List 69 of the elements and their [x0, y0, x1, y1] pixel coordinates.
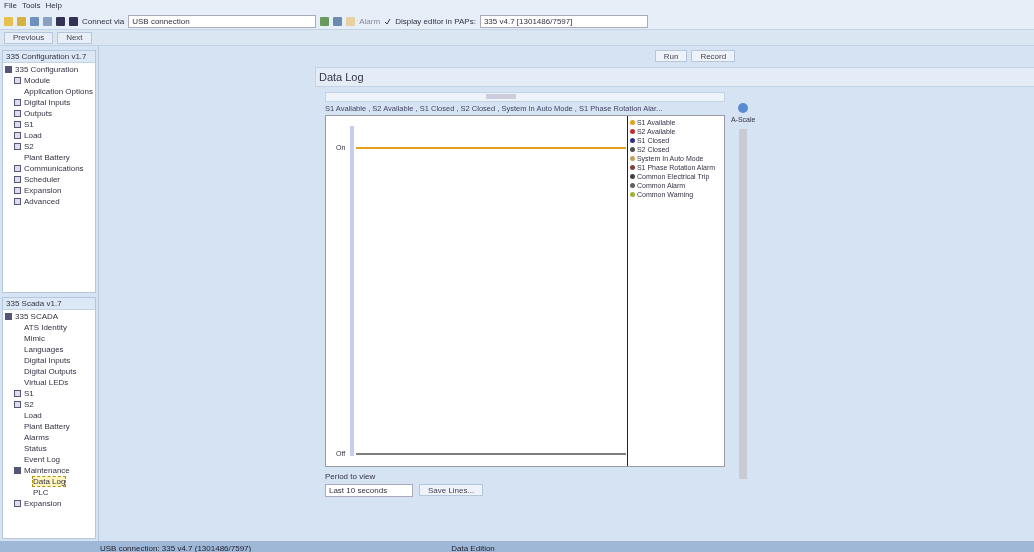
record-button[interactable]: Record [691, 50, 736, 62]
expand-icon[interactable] [14, 143, 21, 150]
period-label: Period to view [324, 472, 377, 481]
tree-item[interactable]: ATS Identity [24, 322, 67, 332]
save-button[interactable]: Save Lines... [418, 484, 484, 496]
collapse-icon[interactable] [14, 466, 21, 474]
panel-title: 335 Scada v1.7 [3, 297, 95, 310]
tree-item[interactable]: Maintenance [24, 465, 70, 475]
menu-item[interactable]: Help [45, 1, 63, 12]
display-editor-label: Display editor in PAPs: [395, 16, 476, 26]
expand-icon[interactable] [14, 110, 21, 117]
period-dropdown[interactable]: Last 10 seconds [324, 484, 413, 497]
tree-item[interactable]: Event Log [24, 454, 61, 464]
expand-icon[interactable] [14, 176, 21, 183]
tree-item[interactable]: Application Options [24, 87, 93, 96]
tree-item[interactable]: Load [24, 131, 42, 140]
vertical-scrollbar[interactable] [739, 129, 748, 479]
panel-title: 335 Configuration v1.7 [3, 51, 95, 63]
tree-item[interactable]: Plant Battery [24, 153, 70, 162]
menu-item[interactable]: Tools [21, 1, 41, 12]
tree-item[interactable]: Digital Inputs [24, 355, 71, 365]
tree-item[interactable]: Communications [24, 164, 84, 173]
tree-item[interactable]: S2 [24, 399, 34, 409]
expand-icon[interactable] [14, 121, 21, 128]
tree-item[interactable]: Virtual LEDs [24, 377, 69, 387]
status-text: USB connection: 335 v4.7 (1301486/7597) [100, 543, 252, 552]
tree-item[interactable]: Mimic [24, 333, 45, 343]
device-field[interactable]: 335 v4.7 [1301486/7597] [479, 14, 648, 28]
next-button[interactable]: Next [57, 31, 92, 44]
tree-item[interactable]: S1 [24, 388, 34, 398]
page-title: Data Log [314, 67, 1034, 87]
expand-icon[interactable] [14, 389, 21, 397]
tree-item[interactable]: S2 [24, 142, 34, 151]
tree-item[interactable]: Data Log [33, 476, 66, 486]
tree-item[interactable]: PLC [33, 487, 49, 497]
tree-item[interactable]: Expansion [24, 186, 62, 195]
tree-item[interactable]: Digital Inputs [24, 98, 71, 107]
tree-item[interactable]: Plant Battery [24, 421, 70, 431]
expand-icon[interactable] [14, 77, 21, 84]
tree-item[interactable]: Expansion [24, 498, 62, 508]
expand-icon[interactable] [14, 165, 21, 172]
tree-item[interactable]: Advanced [24, 197, 60, 206]
tree-item[interactable]: Module [24, 76, 51, 85]
connect-label: Connect via [82, 16, 125, 26]
alarm-label: Alarm [359, 16, 381, 26]
connection-dropdown[interactable]: USB connection [128, 14, 317, 28]
run-button[interactable]: Run [654, 50, 688, 62]
expand-icon[interactable] [14, 499, 21, 507]
horizontal-scrollbar[interactable] [324, 92, 725, 102]
status-text: Data Edition [451, 543, 495, 552]
expand-icon[interactable] [14, 187, 21, 194]
tree-item[interactable]: Digital Outputs [24, 366, 77, 376]
tree-item[interactable]: Alarms [24, 432, 49, 442]
tree-item[interactable]: S1 [24, 120, 34, 129]
collapse-icon[interactable] [5, 312, 12, 320]
tree-item[interactable]: Outputs [24, 109, 52, 118]
tree-item[interactable]: Status [24, 443, 47, 453]
tree-item[interactable]: Load [24, 410, 42, 420]
tree-item[interactable]: 335 SCADA [15, 311, 59, 321]
expand-icon[interactable] [14, 198, 21, 205]
tree-item[interactable]: Languages [24, 344, 64, 354]
tree-item[interactable]: Scheduler [24, 175, 61, 184]
expand-icon[interactable] [14, 99, 21, 106]
expand-icon[interactable] [14, 132, 21, 139]
previous-button[interactable]: Previous [4, 31, 54, 44]
menu-item[interactable]: File [4, 1, 17, 12]
expand-icon[interactable] [14, 400, 21, 408]
checkmark-icon[interactable] [384, 17, 392, 25]
tree-item[interactable]: 335 Configuration [15, 65, 79, 74]
